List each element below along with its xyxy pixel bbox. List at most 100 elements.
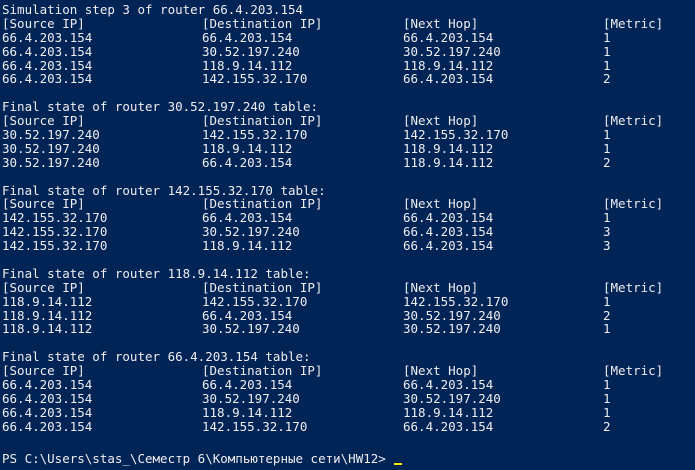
destination-ip-cell: 30.52.197.240 (202, 321, 300, 337)
next-hop-cell: 66.4.203.154 (403, 377, 494, 393)
prompt-line[interactable]: PS C:\Users\stas_\Семестр 6\Компьютерные… (2, 452, 402, 466)
source-ip-cell: 118.9.14.112 (2, 307, 93, 323)
column-header: [Source IP] (2, 15, 85, 31)
table-row: 66.4.203.154 142.155.32.170 66.4.203.154 2 (2, 418, 692, 434)
metric-cell: 2 (603, 154, 611, 170)
metric-cell: 1 (603, 140, 611, 156)
table-row: 66.4.203.154 118.9.14.112 118.9.14.112 1 (2, 404, 692, 420)
column-header: [Destination IP] (202, 113, 323, 129)
source-ip-cell: 30.52.197.240 (2, 154, 100, 170)
source-ip-cell: 66.4.203.154 (2, 57, 93, 73)
next-hop-cell: 142.155.32.170 (403, 127, 509, 143)
table-header-row: [Source IP] [Destination IP] [Next Hop] [Me… (2, 15, 692, 31)
metric-cell: 1 (603, 43, 611, 59)
destination-ip-cell: 66.4.203.154 (202, 377, 293, 393)
table-row: 66.4.203.154 142.155.32.170 66.4.203.154 2 (2, 72, 692, 86)
table-header-row: [Source IP] [Destination IP] [Next Hop] [Me… (2, 364, 692, 378)
source-ip-cell: 66.4.203.154 (2, 43, 93, 59)
source-ip-cell: 30.52.197.240 (2, 140, 100, 156)
destination-ip-cell: 66.4.203.154 (202, 307, 293, 323)
console-output: Simulation step 3 of router 66.4.203.154… (2, 3, 692, 468)
source-ip-cell: 66.4.203.154 (2, 29, 93, 45)
table-row: 66.4.203.154 118.9.14.112 118.9.14.112 1 (2, 57, 692, 73)
source-ip-cell: 66.4.203.154 (2, 71, 93, 87)
column-header: [Next Hop] (403, 113, 479, 129)
column-header: [Metric] (603, 196, 664, 212)
table-header-row: [Source IP] [Destination IP] [Next Hop] [Me… (2, 279, 692, 295)
next-hop-cell: 118.9.14.112 (403, 57, 494, 73)
metric-cell: 1 (603, 57, 611, 73)
table-row: 118.9.14.112 142.155.32.170 142.155.32.170… (2, 293, 692, 309)
column-header: [Metric] (603, 363, 664, 379)
destination-ip-cell: 142.155.32.170 (202, 71, 308, 87)
prompt-text: PS C:\Users\stas_\Семестр 6\Компьютерные… (2, 451, 386, 466)
table-header-row: [Source IP] [Destination IP] [Next Hop] [Me… (2, 197, 692, 211)
table-row: 66.4.203.154 66.4.203.154 66.4.203.154 1 (2, 29, 692, 45)
source-ip-cell: 142.155.32.170 (2, 210, 108, 226)
next-hop-cell: 30.52.197.240 (403, 321, 501, 337)
metric-cell: 1 (603, 377, 611, 393)
column-header: [Metric] (603, 279, 664, 295)
next-hop-cell: 66.4.203.154 (403, 210, 494, 226)
text-cursor (393, 463, 402, 465)
destination-ip-cell: 66.4.203.154 (202, 29, 293, 45)
source-ip-cell: 66.4.203.154 (2, 377, 93, 393)
next-hop-cell: 66.4.203.154 (403, 71, 494, 87)
metric-cell: 1 (603, 390, 611, 406)
destination-ip-cell: 142.155.32.170 (202, 418, 308, 434)
destination-ip-cell: 30.52.197.240 (202, 390, 300, 406)
section-title: Final state of router 142.155.32.170 tab… (2, 182, 326, 198)
next-hop-cell: 30.52.197.240 (403, 390, 501, 406)
metric-cell: 2 (603, 71, 611, 87)
table-row: 142.155.32.170 66.4.203.154 66.4.203.154 1 (2, 211, 692, 225)
column-header: [Source IP] (2, 363, 85, 379)
column-header: [Next Hop] (403, 279, 479, 295)
source-ip-cell: 30.52.197.240 (2, 127, 100, 143)
table-row: 66.4.203.154 30.52.197.240 30.52.197.240 1 (2, 392, 692, 406)
table-row: 118.9.14.112 66.4.203.154 30.52.197.240 2 (2, 307, 692, 323)
table-row: 66.4.203.154 30.52.197.240 30.52.197.240 1 (2, 43, 692, 59)
metric-cell: 2 (603, 418, 611, 434)
next-hop-cell: 66.4.203.154 (403, 418, 494, 434)
source-ip-cell: 118.9.14.112 (2, 293, 93, 309)
destination-ip-cell: 118.9.14.112 (202, 238, 293, 254)
column-header: [Metric] (603, 15, 664, 31)
next-hop-cell: 142.155.32.170 (403, 293, 509, 309)
destination-ip-cell: 30.52.197.240 (202, 43, 300, 59)
metric-cell: 1 (603, 127, 611, 143)
table-row: 66.4.203.154 66.4.203.154 66.4.203.154 1 (2, 378, 692, 392)
next-hop-cell: 66.4.203.154 (403, 224, 494, 240)
destination-ip-cell: 142.155.32.170 (202, 127, 308, 143)
metric-cell: 3 (603, 238, 611, 254)
column-header: [Metric] (603, 113, 664, 129)
source-ip-cell: 142.155.32.170 (2, 224, 108, 240)
source-ip-cell: 142.155.32.170 (2, 238, 108, 254)
source-ip-cell: 118.9.14.112 (2, 321, 93, 337)
column-header: [Destination IP] (202, 196, 323, 212)
next-hop-cell: 118.9.14.112 (403, 404, 494, 420)
simulation-header: Simulation step 3 of router 66.4.203.154 (2, 2, 304, 17)
metric-cell: 1 (603, 29, 611, 45)
destination-ip-cell: 142.155.32.170 (202, 293, 308, 309)
column-header: [Next Hop] (403, 363, 479, 379)
destination-ip-cell: 66.4.203.154 (202, 210, 293, 226)
metric-cell: 1 (603, 321, 611, 337)
metric-cell: 1 (603, 210, 611, 226)
column-header: [Destination IP] (202, 279, 323, 295)
table-row: 142.155.32.170 118.9.14.112 66.4.203.154 3 (2, 239, 692, 253)
metric-cell: 2 (603, 307, 611, 323)
column-header: [Source IP] (2, 196, 85, 212)
column-header: [Next Hop] (403, 15, 479, 31)
column-header: [Destination IP] (202, 15, 323, 31)
section-title: Final state of router 118.9.14.112 table… (2, 265, 311, 281)
table-row: 118.9.14.112 30.52.197.240 30.52.197.240 1 (2, 322, 692, 336)
table-row: 30.52.197.240 118.9.14.112 118.9.14.112 1 (2, 142, 692, 156)
destination-ip-cell: 118.9.14.112 (202, 57, 293, 73)
next-hop-cell: 30.52.197.240 (403, 307, 501, 323)
table-row: 142.155.32.170 30.52.197.240 66.4.203.154 3 (2, 225, 692, 239)
section-title: Final state of router 66.4.203.154 table… (2, 349, 311, 365)
next-hop-cell: 30.52.197.240 (403, 43, 501, 59)
source-ip-cell: 66.4.203.154 (2, 418, 93, 434)
